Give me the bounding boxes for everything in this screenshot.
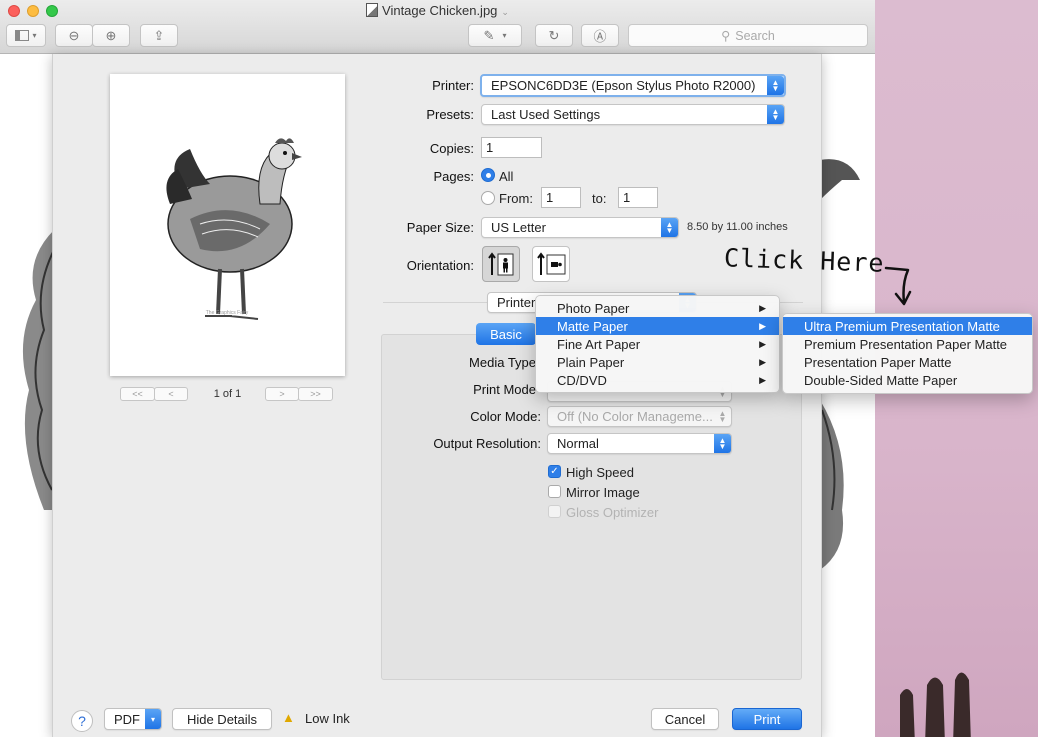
rotate-icon: ↻ — [548, 27, 560, 43]
menu-item-double-sided-matte-paper[interactable]: Double-Sided Matte Paper — [783, 371, 1032, 389]
menu-item-matte-paper[interactable]: Matte Paper ▶ — [536, 317, 779, 335]
pages-from-field[interactable]: 1 — [541, 187, 581, 208]
submenu-arrow-icon: ▶ — [759, 339, 766, 349]
help-icon: ? — [78, 713, 86, 729]
matte-paper-submenu: Ultra Premium Presentation Matte Premium… — [782, 313, 1033, 394]
title-chevron-icon: ⌄ — [501, 7, 509, 17]
paper-size-dimensions: 8.50 by 11.00 inches — [687, 221, 788, 233]
zoom-in-icon: ⊕ — [105, 27, 117, 43]
copies-label: Copies: — [429, 141, 474, 156]
pages-all-radio[interactable] — [481, 168, 495, 182]
print-button[interactable]: Print — [732, 708, 802, 730]
popup-arrows-icon: ▲▼ — [767, 76, 784, 95]
media-type-label: Media Type — [469, 355, 536, 370]
warning-icon: ▲ — [282, 710, 295, 725]
menu-item-premium-presentation-paper-matte[interactable]: Premium Presentation Paper Matte — [783, 335, 1032, 353]
print-preview-page: The Graphics Fairy — [110, 74, 345, 376]
background-chicken-left — [22, 230, 54, 510]
search-field[interactable]: ⚲ Search — [628, 24, 868, 47]
desktop-wallpaper-shape — [900, 672, 971, 737]
orientation-portrait-button[interactable] — [482, 246, 520, 282]
color-mode-label: Color Mode: — [470, 409, 541, 424]
first-page-button[interactable]: << — [120, 387, 155, 401]
print-mode-label: Print Mode — [473, 382, 536, 397]
chicken-illustration: The Graphics Fairy — [166, 138, 302, 320]
image-document-icon — [366, 3, 379, 17]
share-button[interactable]: ⇪ — [140, 24, 178, 47]
pages-from-label: From: — [499, 191, 533, 206]
mirror-image-label: Mirror Image — [566, 485, 640, 500]
submenu-arrow-icon: ▶ — [759, 321, 766, 331]
orientation-landscape-button[interactable] — [532, 246, 570, 282]
portrait-icon — [488, 252, 514, 276]
next-page-button[interactable]: > — [265, 387, 299, 401]
popup-arrows-icon: ▲▼ — [767, 105, 784, 124]
help-button[interactable]: ? — [71, 710, 93, 732]
pages-all-label: All — [499, 169, 514, 184]
cancel-button[interactable]: Cancel — [651, 708, 719, 730]
chevron-down-icon: ▾ — [32, 31, 37, 40]
checkmark-icon: ✓ — [550, 466, 559, 477]
sidebar-button[interactable]: ▾ — [6, 24, 46, 47]
submenu-arrow-icon: ▶ — [759, 357, 766, 367]
mirror-image-checkbox[interactable] — [548, 485, 561, 498]
copies-field[interactable]: 1 — [481, 137, 542, 158]
zoom-out-icon: ⊖ — [68, 27, 80, 43]
popup-arrows-icon: ▲▼ — [714, 434, 731, 453]
high-speed-label: High Speed — [566, 465, 634, 480]
submenu-arrow-icon: ▶ — [759, 303, 766, 313]
annotate-button[interactable]: Ⓐ — [581, 24, 619, 47]
share-icon: ⇪ — [153, 27, 165, 43]
annotate-icon: Ⓐ — [593, 29, 607, 44]
zoom-in-button[interactable]: ⊕ — [92, 24, 130, 47]
orientation-label: Orientation: — [406, 258, 474, 273]
annotation-arrow-icon — [884, 266, 912, 306]
previous-page-button[interactable]: < — [154, 387, 188, 401]
menu-item-photo-paper[interactable]: Photo Paper ▶ — [536, 299, 779, 317]
pages-to-field[interactable]: 1 — [618, 187, 658, 208]
presets-popup[interactable]: Last Used Settings ▲ ▼ — [481, 104, 785, 125]
output-resolution-popup[interactable]: Normal ▲ ▼ — [547, 433, 732, 454]
pdf-menu-button[interactable]: PDF ▾ — [104, 708, 162, 730]
low-ink-label: Low Ink — [305, 711, 350, 726]
menu-item-presentation-paper-matte[interactable]: Presentation Paper Matte — [783, 353, 1032, 371]
popup-arrows-icon: ▲▼ — [718, 408, 727, 424]
tab-basic[interactable]: Basic — [476, 323, 536, 345]
high-speed-checkbox[interactable]: ✓ — [548, 465, 561, 478]
menu-item-cd-dvd[interactable]: CD/DVD ▶ — [536, 371, 779, 389]
gloss-optimizer-label: Gloss Optimizer — [566, 505, 659, 520]
landscape-icon — [537, 252, 566, 275]
zoom-out-button[interactable]: ⊖ — [55, 24, 93, 47]
click-here-annotation: Click Here — [723, 243, 885, 278]
last-page-button[interactable]: >> — [298, 387, 333, 401]
output-resolution-label: Output Resolution: — [433, 436, 541, 451]
hide-details-button[interactable]: Hide Details — [172, 708, 272, 730]
menu-item-fine-art-paper[interactable]: Fine Art Paper ▶ — [536, 335, 779, 353]
submenu-arrow-icon: ▶ — [759, 375, 766, 385]
sidebar-icon — [15, 30, 30, 41]
color-mode-popup[interactable]: Off (No Color Manageme... ▲ ▼ — [547, 406, 732, 427]
search-icon: ⚲ — [721, 29, 731, 43]
chevron-down-icon: ▾ — [502, 31, 507, 40]
presets-label: Presets: — [426, 107, 474, 122]
window-title: Vintage Chicken.jpg ⌄ — [0, 3, 875, 18]
pages-to-label: to: — [592, 191, 607, 206]
markup-button[interactable]: ✎ ▾ — [468, 24, 522, 47]
rotate-button[interactable]: ↻ — [535, 24, 573, 47]
chevron-down-icon: ▾ — [145, 709, 161, 729]
pen-icon: ✎ — [483, 27, 495, 43]
media-type-menu: Photo Paper ▶ Matte Paper ▶ Fine Art Paper… — [535, 295, 780, 393]
menu-item-ultra-premium-presentation-matte[interactable]: Ultra Premium Presentation Matte — [783, 317, 1032, 335]
menu-item-plain-paper[interactable]: Plain Paper ▶ — [536, 353, 779, 371]
pages-from-radio[interactable] — [481, 191, 495, 205]
printer-popup[interactable]: EPSONC6DD3E (Epson Stylus Photo R2000) ▲… — [480, 74, 786, 97]
popup-arrows-icon: ▲▼ — [661, 218, 678, 237]
preview-caption: The Graphics Fairy — [206, 310, 249, 316]
paper-size-popup[interactable]: US Letter ▲ ▼ — [481, 217, 679, 238]
page-indicator: 1 of 1 — [213, 388, 242, 400]
pages-label: Pages: — [433, 169, 474, 184]
printer-label: Printer: — [432, 78, 474, 93]
gloss-optimizer-checkbox[interactable] — [548, 505, 561, 518]
paper-size-label: Paper Size: — [406, 220, 474, 235]
